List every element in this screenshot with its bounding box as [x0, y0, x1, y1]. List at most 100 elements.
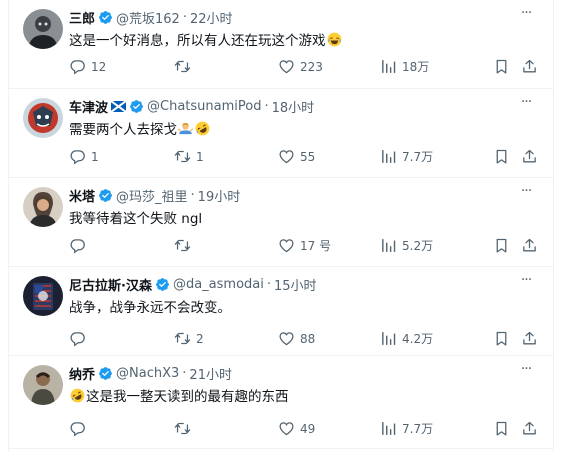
display-name[interactable]: 尼古拉斯·汉森	[69, 275, 152, 294]
share-button[interactable]	[521, 420, 538, 437]
share-button[interactable]	[521, 237, 538, 254]
user-handle[interactable]: @ChatsunamiPod	[147, 99, 261, 114]
view-count: 5.2万	[402, 239, 434, 253]
user-handle[interactable]: @da_asmodai	[173, 277, 264, 292]
display-name[interactable]: 车津波	[69, 97, 108, 116]
share-button[interactable]	[521, 58, 538, 75]
views-button[interactable]: 4.2万	[380, 330, 433, 347]
timestamp[interactable]: 18小时	[272, 97, 315, 116]
separator: ·	[182, 365, 187, 381]
face-with-tears-of-joy-icon	[327, 32, 342, 47]
avatar[interactable]	[23, 365, 63, 405]
retweet-button[interactable]	[174, 420, 196, 437]
avatar[interactable]	[23, 9, 63, 49]
tweet[interactable]: 车津波 @ChatsunamiPod · 18小时 ··· 需要两个人去探戈 1…	[9, 89, 553, 178]
retweet-icon	[174, 237, 191, 254]
views-button[interactable]: 7.7万	[380, 148, 433, 165]
retweet-icon	[174, 330, 191, 347]
user-handle[interactable]: @玛莎_祖里	[116, 186, 188, 205]
user-handle[interactable]: @荒坂162	[116, 8, 180, 27]
display-name[interactable]: 三郎	[69, 8, 95, 27]
bookmark-button[interactable]	[493, 148, 510, 165]
bookmark-icon	[493, 420, 510, 437]
retweet-button[interactable]	[174, 58, 196, 75]
display-name[interactable]: 米塔	[69, 186, 95, 205]
tweet[interactable]: 三郎 @荒坂162 · 22小时 ··· 这是一个好消息，所以有人还在玩这个游戏…	[9, 0, 553, 89]
views-button[interactable]: 7.7万	[380, 420, 433, 437]
reply-icon	[69, 330, 86, 347]
timestamp[interactable]: 19小时	[198, 186, 241, 205]
tweet-header: 米塔 @玛莎_祖里 · 19小时	[69, 185, 240, 205]
like-count: 17 号	[300, 239, 332, 253]
bookmark-button[interactable]	[493, 330, 510, 347]
like-button[interactable]: 55	[278, 148, 315, 165]
bookmark-button[interactable]	[493, 420, 510, 437]
tweet-text: 这是一个好消息，所以有人还在玩这个游戏	[69, 29, 343, 49]
bookmark-icon	[493, 330, 510, 347]
separator: ·	[182, 9, 187, 25]
retweet-count: 1	[196, 149, 204, 164]
bookmark-button[interactable]	[493, 58, 510, 75]
display-name[interactable]: 纳乔	[69, 364, 95, 383]
timestamp[interactable]: 22小时	[190, 8, 233, 27]
action-bar: 1 1 55 7.7万	[69, 148, 541, 168]
separator: ·	[190, 187, 195, 203]
retweet-button[interactable]: 1	[174, 148, 204, 165]
views-chart-icon	[380, 148, 397, 165]
tweet-text: 这是我一整天读到的最有趣的东西	[69, 385, 289, 405]
reply-count: 1	[91, 149, 99, 164]
bookmark-icon	[493, 58, 510, 75]
like-count: 223	[300, 59, 323, 74]
bookmark-icon	[493, 148, 510, 165]
share-button[interactable]	[521, 148, 538, 165]
reply-button[interactable]: 12	[69, 58, 106, 75]
view-count: 4.2万	[402, 332, 434, 346]
heart-icon	[278, 237, 295, 254]
views-button[interactable]: 5.2万	[380, 237, 433, 254]
share-icon	[521, 237, 538, 254]
more-options-icon[interactable]: ···	[517, 362, 535, 380]
avatar[interactable]	[23, 187, 63, 227]
verified-badge-icon	[129, 99, 144, 114]
view-count: 18万	[402, 60, 430, 74]
timestamp[interactable]: 15小时	[274, 275, 317, 294]
views-chart-icon	[380, 58, 397, 75]
like-count: 88	[300, 331, 316, 346]
tweet[interactable]: 纳乔 @NachX3 · 21小时 ··· 这是我一整天读到的最有趣的东西 49…	[9, 356, 553, 449]
share-icon	[521, 148, 538, 165]
views-chart-icon	[380, 330, 397, 347]
avatar[interactable]	[23, 98, 63, 138]
tweet[interactable]: 米塔 @玛莎_祖里 · 19小时 ··· 我等待着这个失败 ngl 17 号 5…	[9, 178, 553, 267]
more-options-icon[interactable]: ···	[517, 273, 535, 291]
retweet-button[interactable]: 2	[174, 330, 204, 347]
like-button[interactable]: 49	[278, 420, 315, 437]
scotland-flag-icon	[111, 100, 127, 112]
verified-badge-icon	[98, 366, 113, 381]
reply-button[interactable]: 1	[69, 148, 99, 165]
tweet-text: 战争，战争永远不会改变。	[69, 296, 231, 316]
reply-count: 12	[91, 59, 107, 74]
tweet-text: 需要两个人去探戈	[69, 118, 211, 138]
bookmark-button[interactable]	[493, 237, 510, 254]
share-button[interactable]	[521, 330, 538, 347]
more-options-icon[interactable]: ···	[517, 184, 535, 202]
retweet-button[interactable]	[174, 237, 196, 254]
avatar[interactable]	[23, 276, 63, 316]
tweet-text: 我等待着这个失败 ngl	[69, 207, 202, 227]
man-shrugging-icon	[178, 121, 193, 136]
like-button[interactable]: 17 号	[278, 237, 331, 254]
like-button[interactable]: 223	[278, 58, 323, 75]
more-options-icon[interactable]: ···	[517, 95, 535, 113]
separator: ·	[266, 276, 271, 292]
tweet[interactable]: 尼古拉斯·汉森 @da_asmodai · 15小时 ··· 战争，战争永远不会…	[9, 267, 553, 356]
reply-button[interactable]	[69, 237, 91, 254]
tweet-text-content: 我等待着这个失败 ngl	[69, 211, 203, 227]
user-handle[interactable]: @NachX3	[116, 366, 179, 381]
timestamp[interactable]: 21小时	[189, 364, 232, 383]
bookmark-icon	[493, 237, 510, 254]
like-button[interactable]: 88	[278, 330, 315, 347]
more-options-icon[interactable]: ···	[517, 6, 535, 24]
reply-button[interactable]	[69, 420, 91, 437]
views-button[interactable]: 18万	[380, 58, 429, 75]
reply-button[interactable]	[69, 330, 91, 347]
